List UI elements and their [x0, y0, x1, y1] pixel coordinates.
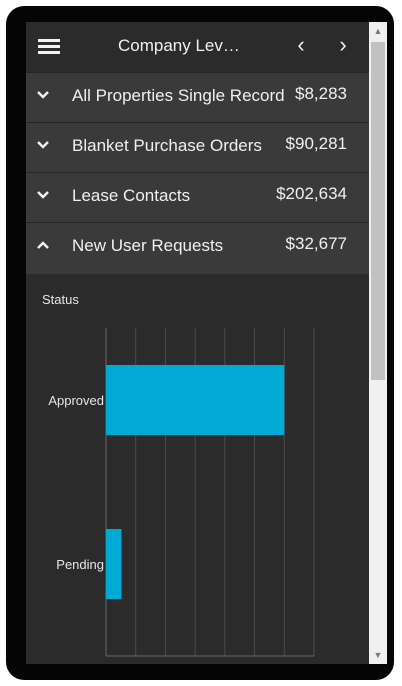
scrollbar-thumb[interactable]	[371, 42, 385, 380]
chart-panel: Status ApprovedPending$0K$10K$20K$30K	[26, 274, 369, 664]
y-tick-label: Approved	[48, 393, 104, 408]
accordion-item-label: All Properties Single Record	[72, 86, 285, 105]
chevron-down-icon	[37, 91, 49, 99]
bar-pending	[106, 529, 122, 599]
accordion-item-value: $8,283	[295, 84, 347, 103]
status-bar-chart: ApprovedPending$0K$10K$20K$30K	[48, 328, 315, 657]
accordion-item-new-user-requests[interactable]: New User Requests $32,677	[26, 222, 369, 275]
chevron-right-icon[interactable]: ›	[331, 32, 355, 58]
chevron-left-icon[interactable]: ‹	[289, 32, 313, 58]
accordion-item-all-properties[interactable]: All Properties Single Record $8,283	[26, 72, 369, 122]
chevron-up-icon	[37, 241, 49, 249]
page-title: Company Lev…	[118, 36, 240, 55]
y-tick-label: Pending	[56, 557, 104, 572]
accordion-item-value: $90,281	[285, 134, 347, 153]
hamburger-menu-icon[interactable]	[38, 39, 60, 55]
accordion-item-lease-contacts[interactable]: Lease Contacts $202,634	[26, 172, 369, 222]
accordion-item-value: $32,677	[285, 234, 347, 253]
app-screen: Company Lev… ‹ › All Properties Single R…	[26, 22, 369, 664]
accordion-item-label: New User Requests	[72, 236, 224, 255]
app-header: Company Lev… ‹ ›	[26, 22, 369, 72]
scroll-up-arrow-icon[interactable]: ▲	[369, 22, 387, 40]
vertical-scrollbar[interactable]: ▲ ▼	[369, 22, 387, 664]
accordion-item-label: Blanket Purchase Orders	[72, 136, 262, 155]
accordion-item-label: Lease Contacts	[72, 186, 191, 205]
bar-approved	[106, 365, 285, 435]
accordion-item-value: $202,634	[276, 184, 347, 203]
chevron-down-icon	[37, 141, 49, 149]
accordion-item-blanket-po[interactable]: Blanket Purchase Orders $90,281	[26, 122, 369, 172]
scroll-down-arrow-icon[interactable]: ▼	[369, 646, 387, 664]
chevron-down-icon	[37, 191, 49, 199]
